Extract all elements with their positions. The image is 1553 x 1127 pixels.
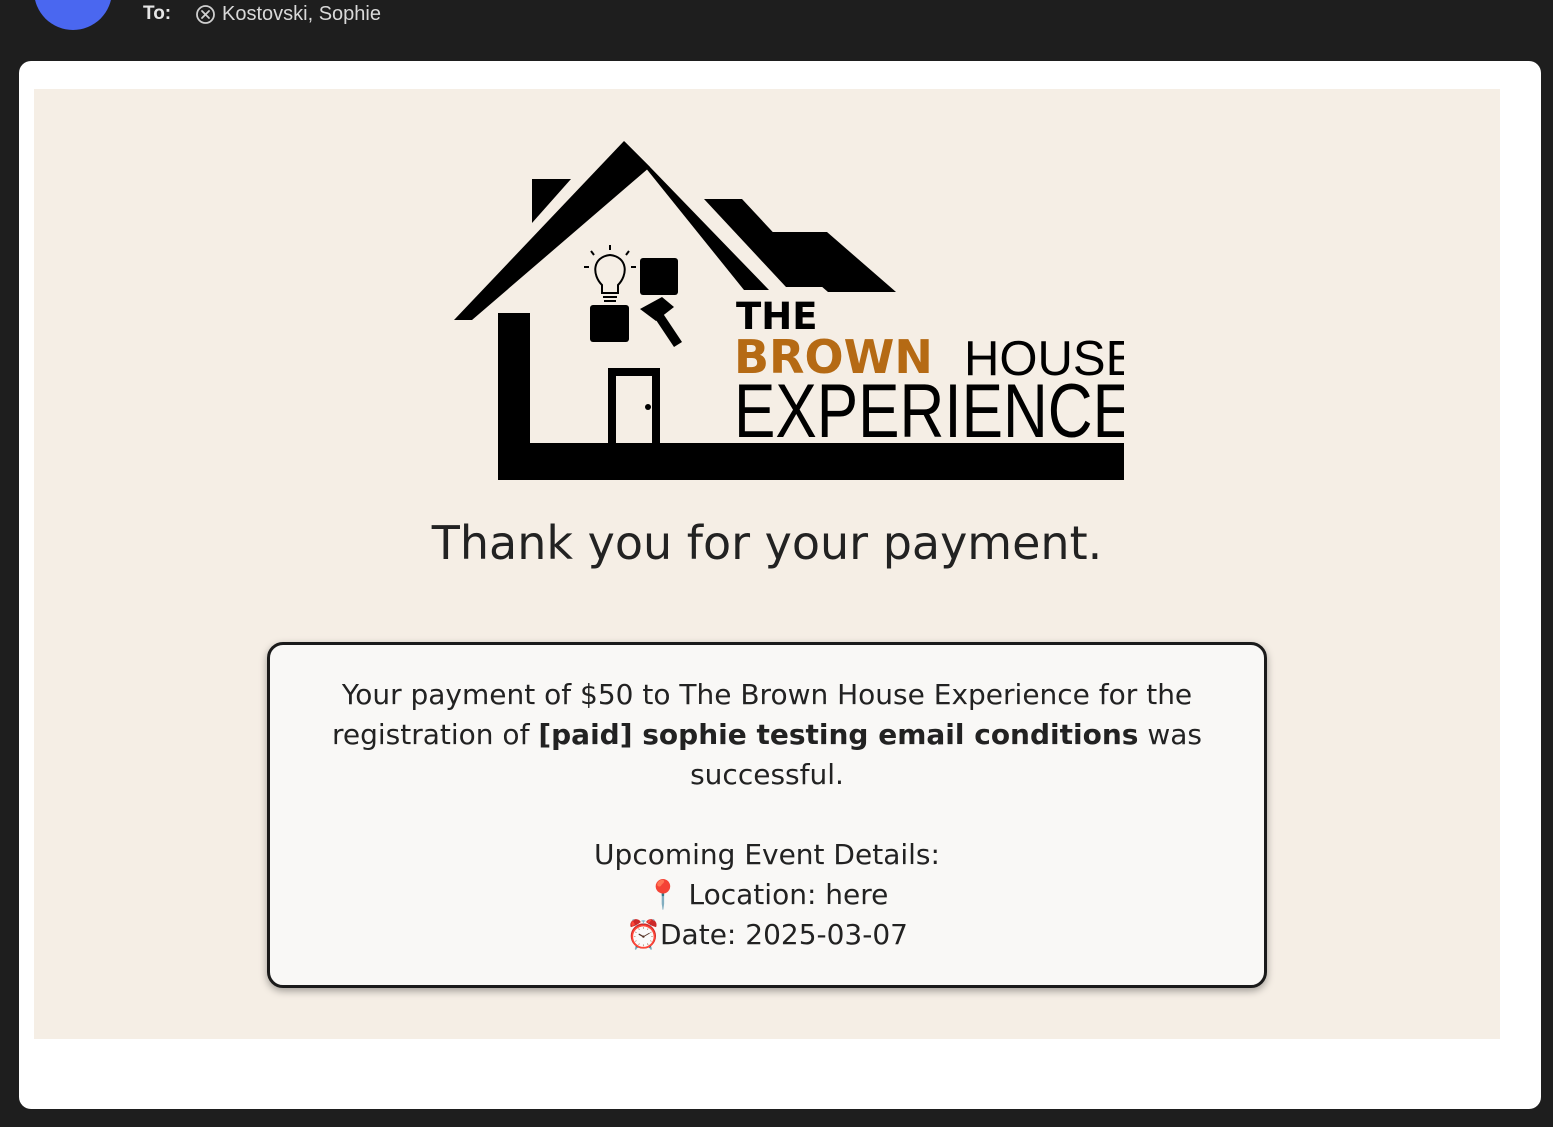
remove-recipient-icon[interactable] (195, 4, 216, 25)
payment-message: Your payment of $50 to The Brown House E… (331, 678, 1202, 791)
light-bulb-icon (584, 245, 636, 302)
message-card: THE BROWN HOUSE EXPERIENCE Thank you for… (19, 61, 1541, 1109)
alarm-clock-icon: ⏰ (626, 918, 661, 951)
event-name: [paid] sophie testing email conditions (538, 718, 1139, 751)
payment-details-box: Your payment of $50 to The Brown House E… (267, 642, 1267, 988)
location-line: 📍 Location: here (327, 875, 1207, 915)
recipient-name: Kostovski, Sophie (222, 3, 381, 25)
logo-experience-text: EXPERIENCE (734, 369, 1124, 454)
recipient-chip[interactable]: Kostovski, Sophie (195, 2, 381, 26)
sender-avatar: TB (34, 0, 112, 30)
details-heading: Upcoming Event Details: (594, 838, 940, 871)
date-line: ⏰Date: 2025-03-07 (327, 915, 1207, 955)
pin-icon: 📍 (645, 878, 681, 911)
email-body: THE BROWN HOUSE EXPERIENCE Thank you for… (34, 89, 1500, 1039)
email-header: TB To: Kostovski, Sophie (0, 0, 1553, 60)
thank-you-heading: Thank you for your payment. (431, 516, 1103, 570)
to-label: To: (143, 3, 172, 24)
brand-logo: THE BROWN HOUSE EXPERIENCE (454, 141, 1124, 480)
